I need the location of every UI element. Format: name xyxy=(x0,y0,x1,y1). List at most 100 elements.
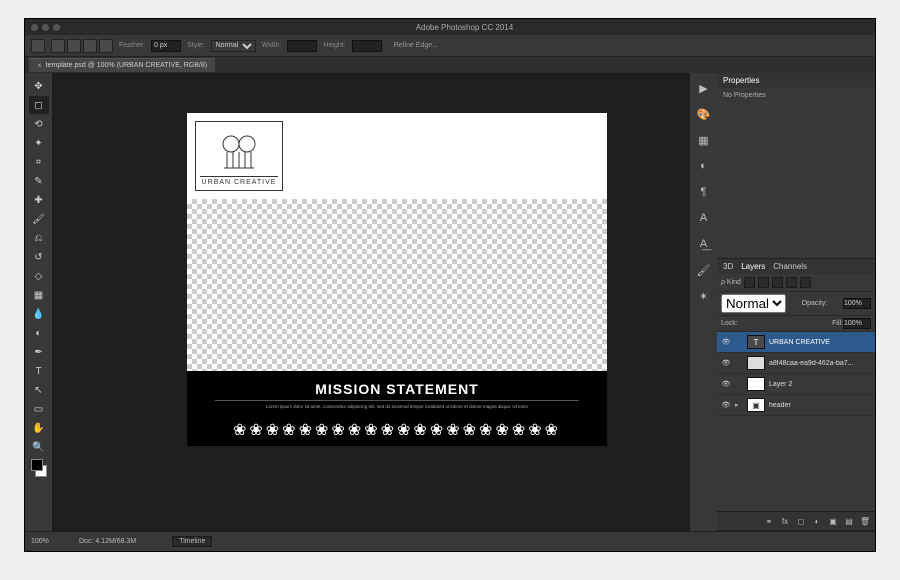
maximize-window-icon[interactable] xyxy=(53,24,60,31)
visibility-icon[interactable]: 👁 xyxy=(721,380,731,388)
blend-mode-select[interactable]: Normal xyxy=(721,294,786,313)
selection-intersect-icon[interactable] xyxy=(99,39,113,53)
selection-subtract-icon[interactable] xyxy=(83,39,97,53)
pen-tool[interactable]: ✒ xyxy=(29,343,49,361)
doc-size: Doc: 4.12M/68.3M xyxy=(79,538,136,545)
layer-thumbnail: T xyxy=(747,335,765,349)
filter-adjust-icon[interactable] xyxy=(758,277,769,288)
shape-tool[interactable]: ▭ xyxy=(29,400,49,418)
artboard[interactable]: URBAN CREATIVE MISSION STATEMENT Lorem i… xyxy=(187,113,607,446)
canvas-area[interactable]: URBAN CREATIVE MISSION STATEMENT Lorem i… xyxy=(53,73,689,531)
visibility-icon[interactable]: 👁 xyxy=(721,401,731,409)
blend-row: Normal Opacity: xyxy=(717,292,875,316)
logo-box: URBAN CREATIVE xyxy=(195,121,283,191)
adjustments-icon[interactable]: ◐ xyxy=(695,157,713,175)
layer-name[interactable]: a8f48caa-ea9d-462a-ba7... xyxy=(769,360,871,367)
dodge-tool[interactable]: ◐ xyxy=(29,324,49,342)
layer-row[interactable]: 👁 ▸ ▣ header xyxy=(717,395,875,416)
zoom-level[interactable]: 100% xyxy=(31,538,71,545)
zoom-tool[interactable]: 🔍 xyxy=(29,438,49,456)
filter-type-icon[interactable] xyxy=(772,277,783,288)
eyedropper-tool[interactable]: ✎ xyxy=(29,172,49,190)
panels-column: Properties No Properties 3D Layers Chann… xyxy=(717,73,875,531)
move-tool[interactable]: ✥ xyxy=(29,77,49,95)
visibility-icon[interactable]: 👁 xyxy=(721,338,731,346)
style-label: Style: xyxy=(187,42,205,49)
minimize-window-icon[interactable] xyxy=(42,24,49,31)
visibility-icon[interactable]: 👁 xyxy=(721,359,731,367)
filter-pixel-icon[interactable] xyxy=(744,277,755,288)
opacity-input[interactable] xyxy=(843,298,871,309)
marquee-tool[interactable]: ◻ xyxy=(29,96,49,114)
layer-row[interactable]: 👁 a8f48caa-ea9d-462a-ba7... xyxy=(717,353,875,374)
app-title: Adobe Photoshop CC 2014 xyxy=(60,23,869,32)
properties-body: No Properties xyxy=(717,88,875,258)
close-window-icon[interactable] xyxy=(31,24,38,31)
layer-row[interactable]: 👁 Layer 2 xyxy=(717,374,875,395)
layer-thumbnail: ▣ xyxy=(747,398,765,412)
type-tool[interactable]: T xyxy=(29,362,49,380)
threeD-tab[interactable]: 3D xyxy=(723,262,733,271)
path-tool[interactable]: ↖ xyxy=(29,381,49,399)
layers-tab[interactable]: Layers xyxy=(741,262,765,271)
link-layers-icon[interactable]: ⚭ xyxy=(763,515,775,527)
layer-fx-icon[interactable]: fx xyxy=(779,515,791,527)
lasso-tool[interactable]: ⟲ xyxy=(29,115,49,133)
filter-shape-icon[interactable] xyxy=(786,277,797,288)
layer-name[interactable]: Layer 2 xyxy=(769,381,871,388)
layer-name[interactable]: URBAN CREATIVE xyxy=(769,339,871,346)
ps-logo-icon[interactable] xyxy=(31,39,45,53)
properties-panel: Properties No Properties xyxy=(717,73,875,259)
filter-smart-icon[interactable] xyxy=(800,277,811,288)
stamp-tool[interactable]: ⎌ xyxy=(29,229,49,247)
color-swatch[interactable] xyxy=(29,457,49,479)
history-brush-tool[interactable]: ↺ xyxy=(29,248,49,266)
delete-layer-icon[interactable]: 🗑 xyxy=(859,515,871,527)
mission-section: MISSION STATEMENT Lorem ipsum dolor sit … xyxy=(187,371,607,416)
layer-row[interactable]: 👁 T URBAN CREATIVE xyxy=(717,332,875,353)
properties-panel-header: Properties xyxy=(717,73,875,88)
history-icon[interactable]: ▶ xyxy=(695,79,713,97)
selection-new-icon[interactable] xyxy=(51,39,65,53)
properties-tab[interactable]: Properties xyxy=(723,76,759,85)
adjustment-layer-icon[interactable]: ◐ xyxy=(811,515,823,527)
expand-icon[interactable]: ▸ xyxy=(735,401,743,409)
titlebar: Adobe Photoshop CC 2014 xyxy=(25,19,875,35)
character-icon[interactable]: A xyxy=(695,209,713,227)
swatches-icon[interactable]: ▦ xyxy=(695,131,713,149)
gradient-tool[interactable]: ▦ xyxy=(29,286,49,304)
width-input[interactable] xyxy=(287,40,317,52)
eraser-tool[interactable]: ◇ xyxy=(29,267,49,285)
layer-list: 👁 T URBAN CREATIVE 👁 a8f48caa-ea9d-462a-ba7.… xyxy=(717,332,875,416)
document-tab[interactable]: × template.psd @ 100% (URBAN CREATIVE, R… xyxy=(29,58,215,72)
blur-tool[interactable]: 💧 xyxy=(29,305,49,323)
styles-icon[interactable]: A͟ xyxy=(695,235,713,253)
crop-tool[interactable]: ⌗ xyxy=(29,153,49,171)
channels-tab[interactable]: Channels xyxy=(773,262,807,271)
hand-tool[interactable]: ✋ xyxy=(29,419,49,437)
style-select[interactable]: Normal xyxy=(211,40,256,52)
doc-header-area: URBAN CREATIVE xyxy=(187,113,607,199)
workspace: ✥◻⟲✦⌗✎✚🖌⎌↺◇▦💧◐✒T↖▭✋🔍 URBAN CREATIVE MISS… xyxy=(25,73,875,531)
fill-input[interactable] xyxy=(843,318,871,329)
selection-add-icon[interactable] xyxy=(67,39,81,53)
group-icon[interactable]: ▣ xyxy=(827,515,839,527)
brushes-icon[interactable]: 🖌 xyxy=(695,261,713,279)
color-icon[interactable]: 🎨 xyxy=(695,105,713,123)
statusbar: 100% Doc: 4.12M/68.3M Timeline xyxy=(25,531,875,551)
tool-presets-icon[interactable]: ✶ xyxy=(695,287,713,305)
close-tab-icon[interactable]: × xyxy=(37,61,42,70)
feather-input[interactable] xyxy=(151,40,181,52)
layer-name[interactable]: header xyxy=(769,402,871,409)
paragraph-icon[interactable]: ¶ xyxy=(695,183,713,201)
refine-edge-button[interactable]: Refine Edge... xyxy=(394,42,438,49)
brush-tool[interactable]: 🖌 xyxy=(29,210,49,228)
opacity-label: Opacity: xyxy=(802,300,828,307)
new-layer-icon[interactable]: ▤ xyxy=(843,515,855,527)
kind-label: ρ Kind xyxy=(721,279,741,286)
timeline-button[interactable]: Timeline xyxy=(172,536,212,547)
healing-tool[interactable]: ✚ xyxy=(29,191,49,209)
wand-tool[interactable]: ✦ xyxy=(29,134,49,152)
layer-mask-icon[interactable]: ◻ xyxy=(795,515,807,527)
height-input[interactable] xyxy=(352,40,382,52)
